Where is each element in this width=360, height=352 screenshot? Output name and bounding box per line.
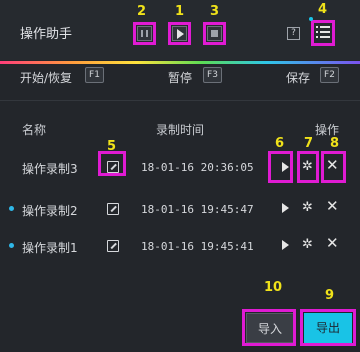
settings-gear-icon[interactable]: ✲ — [302, 238, 313, 251]
hotkey-start-label: 开始/恢复 — [20, 71, 73, 85]
record-time: 18-01-16 19:45:41 — [141, 240, 254, 253]
hotkey-pause-label: 暂停 — [168, 71, 193, 85]
annotation-2: 2 — [137, 4, 147, 19]
hotkey-save-key: F2 — [320, 67, 339, 83]
annotation-6: 6 — [275, 136, 285, 151]
hotkey-start-key: F1 — [85, 67, 104, 83]
highlight-delete — [321, 151, 346, 183]
record-name: 操作录制3 — [22, 162, 78, 176]
annotation-9: 9 — [325, 288, 335, 303]
record-time: 18-01-16 20:36:05 — [141, 161, 254, 174]
menu-notify-dot — [309, 17, 313, 21]
hotkey-save-label: 保存 — [286, 71, 311, 85]
hotkey-pause-key: F3 — [203, 67, 222, 83]
annotation-10: 10 — [264, 280, 283, 295]
annotation-3: 3 — [210, 4, 220, 19]
highlight-settings — [297, 151, 319, 183]
column-name: 名称 — [22, 123, 47, 137]
new-record-dot — [9, 206, 14, 211]
help-button[interactable]: ? — [287, 27, 300, 40]
play-record-icon[interactable] — [282, 240, 289, 250]
window-title: 操作助手 — [20, 27, 73, 42]
annotation-4: 4 — [318, 2, 328, 17]
play-record-icon[interactable] — [282, 203, 289, 213]
rainbow-divider — [0, 61, 360, 64]
highlight-play — [168, 22, 191, 45]
edit-icon[interactable] — [107, 203, 119, 215]
annotation-5: 5 — [107, 139, 117, 154]
edit-icon[interactable] — [107, 240, 119, 252]
menu-list-icon[interactable] — [316, 25, 330, 39]
highlight-pause — [133, 22, 156, 45]
highlight-export — [300, 309, 356, 346]
assistant-window: 操作助手 2 1 3 ? 4 开始/恢复 F1 暂停 F3 保存 F2 名称 录… — [0, 0, 360, 352]
section-divider — [0, 100, 360, 101]
record-time: 18-01-16 19:45:47 — [141, 203, 254, 216]
delete-icon[interactable]: ✕ — [326, 199, 339, 214]
highlight-import — [242, 309, 296, 346]
annotation-7: 7 — [304, 136, 314, 151]
annotation-8: 8 — [330, 136, 340, 151]
settings-gear-icon[interactable]: ✲ — [302, 201, 313, 214]
record-name: 操作录制2 — [22, 204, 78, 218]
record-name: 操作录制1 — [22, 241, 78, 255]
highlight-edit — [98, 151, 126, 176]
column-time: 录制时间 — [156, 123, 205, 137]
new-record-dot — [9, 243, 14, 248]
highlight-stop — [203, 22, 226, 45]
delete-icon[interactable]: ✕ — [326, 236, 339, 251]
highlight-play-record — [268, 151, 293, 183]
annotation-1: 1 — [175, 4, 185, 19]
